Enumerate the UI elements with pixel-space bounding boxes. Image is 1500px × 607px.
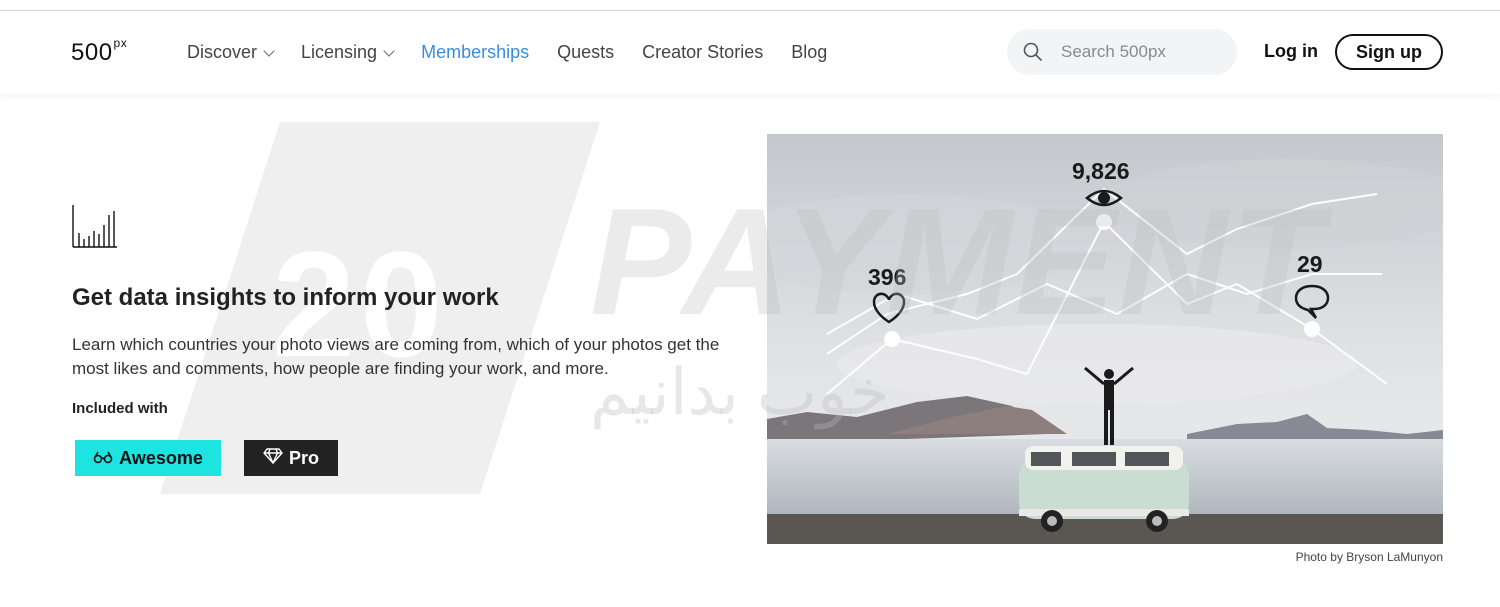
nav-blog-label: Blog	[791, 42, 828, 62]
nav-licensing[interactable]: Licensing	[301, 42, 395, 63]
logo-text: 500	[71, 39, 113, 66]
chevron-down-icon	[263, 44, 275, 57]
awesome-label: Awesome	[119, 447, 203, 468]
nav-creator-stories-label: Creator Stories	[642, 42, 764, 62]
nav-licensing-label: Licensing	[301, 42, 378, 62]
glasses-icon	[93, 448, 119, 469]
nav-blog[interactable]: Blog	[791, 42, 827, 63]
nav-creator-stories[interactable]: Creator Stories	[642, 42, 763, 63]
signup-button[interactable]: Sign up	[1335, 34, 1443, 70]
logo-superscript: px	[113, 36, 128, 50]
included-with-label: Included with	[72, 400, 168, 417]
top-navbar: 500px Discover Licensing Memberships Que…	[0, 11, 1500, 94]
login-link[interactable]: Log in	[1264, 41, 1318, 62]
search-input[interactable]	[1061, 42, 1231, 62]
pro-label: Pro	[288, 447, 319, 468]
search-icon	[1023, 42, 1043, 62]
main-nav: Discover Licensing Memberships Quests Cr…	[187, 11, 855, 94]
nav-memberships[interactable]: Memberships	[421, 42, 529, 63]
watermark-word: PAYMENT	[590, 177, 1325, 347]
bar-chart-icon	[72, 203, 118, 249]
nav-quests[interactable]: Quests	[557, 42, 614, 63]
awesome-membership-badge[interactable]: Awesome	[75, 440, 221, 476]
nav-discover-label: Discover	[187, 42, 258, 62]
photo-credit: Photo by Bryson LaMunyon	[1295, 550, 1443, 564]
watermark-script: خوب بدانیم	[590, 356, 890, 428]
diamond-icon	[263, 447, 289, 469]
pro-membership-badge[interactable]: Pro	[244, 440, 338, 476]
logo[interactable]: 500px	[71, 36, 128, 67]
search-box[interactable]	[1007, 29, 1237, 75]
nav-quests-label: Quests	[557, 42, 615, 62]
nav-discover[interactable]: Discover	[187, 42, 275, 63]
nav-memberships-label: Memberships	[421, 42, 530, 62]
feature-title: Get data insights to inform your work	[72, 284, 499, 311]
chevron-down-icon	[383, 44, 395, 57]
